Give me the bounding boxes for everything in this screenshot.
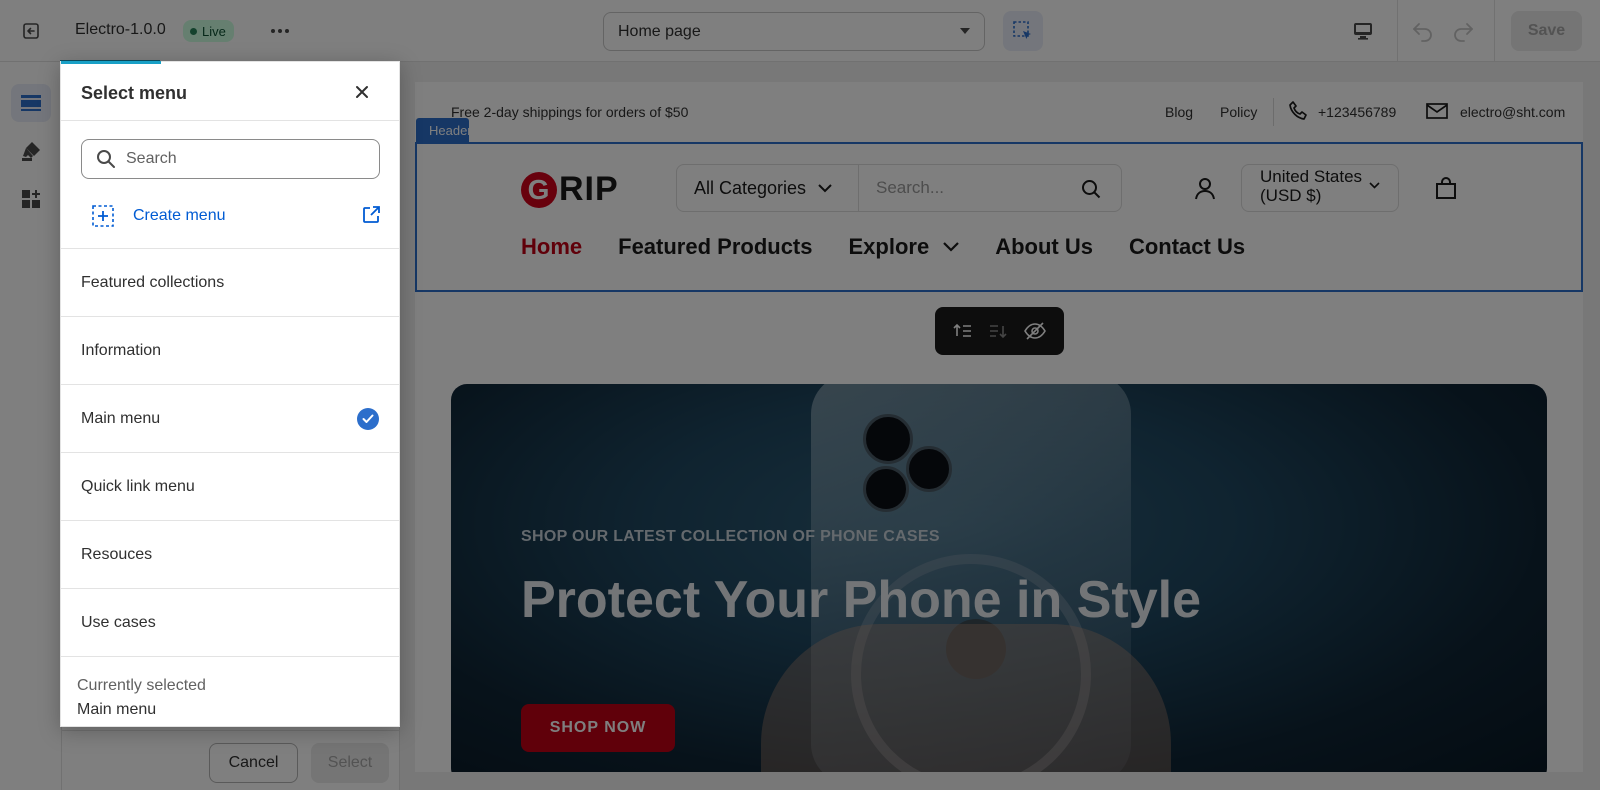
- add-menu-icon: [92, 205, 114, 227]
- dialog-title: Select menu: [81, 83, 188, 103]
- external-link-icon[interactable]: [361, 205, 381, 225]
- menu-option-resouces[interactable]: Resouces: [61, 521, 399, 589]
- dialog-header: Select menu: [61, 62, 399, 121]
- search-icon: [97, 150, 115, 168]
- menu-list: Featured collections Information Main me…: [61, 248, 399, 657]
- menu-option-information[interactable]: Information: [61, 317, 399, 385]
- create-menu-link[interactable]: Create menu: [81, 200, 386, 232]
- menu-option-label: Resouces: [81, 545, 153, 563]
- current-selection-label: Currently selected: [77, 677, 206, 694]
- current-selection-value: Main menu: [77, 701, 157, 718]
- checkmark-icon: [362, 414, 374, 423]
- menu-option-featured-collections[interactable]: Featured collections: [61, 249, 399, 317]
- close-button[interactable]: [349, 79, 375, 105]
- menu-option-label: Use cases: [81, 613, 156, 631]
- menu-option-label: Information: [81, 341, 162, 359]
- menu-option-label: Main menu: [81, 409, 161, 427]
- selected-check: [357, 408, 379, 430]
- menu-search-field[interactable]: [81, 139, 380, 179]
- menu-option-label: Quick link menu: [81, 477, 195, 495]
- current-selection: Currently selected Main menu: [61, 656, 399, 728]
- menu-option-label: Featured collections: [81, 273, 225, 291]
- menu-option-quick-link-menu[interactable]: Quick link menu: [61, 453, 399, 521]
- select-menu-dialog: Select menu Create menu Featured collect…: [60, 61, 400, 727]
- close-icon: [356, 86, 368, 98]
- menu-search-input[interactable]: [126, 150, 356, 168]
- menu-option-use-cases[interactable]: Use cases: [61, 589, 399, 657]
- menu-option-main-menu[interactable]: Main menu: [61, 385, 399, 453]
- create-menu-label: Create menu: [133, 207, 226, 224]
